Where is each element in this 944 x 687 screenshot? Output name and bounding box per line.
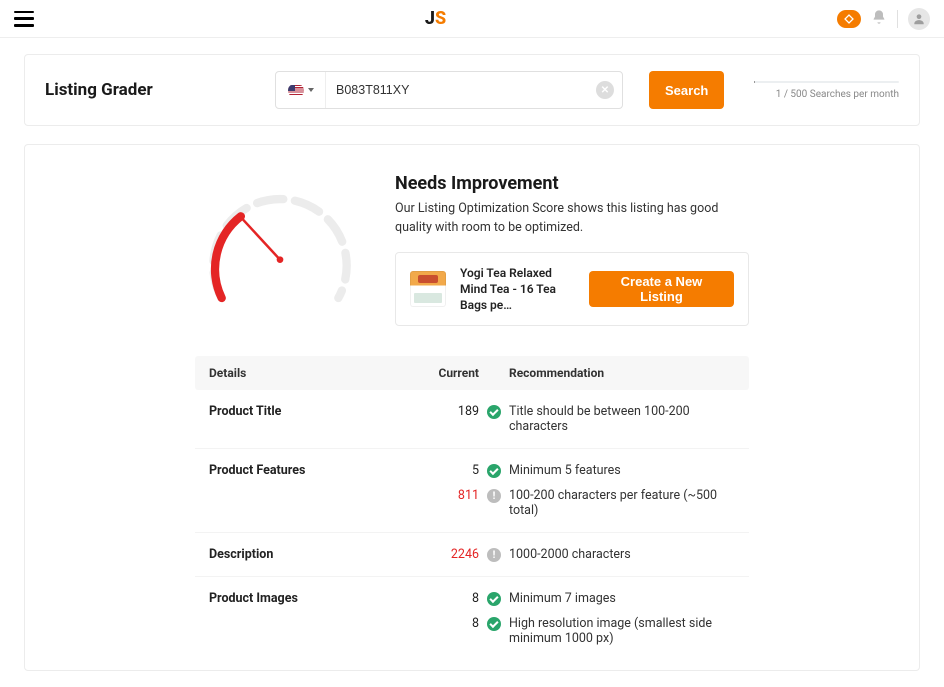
result-card: Needs Improvement Our Listing Optimizati… (24, 144, 920, 671)
row-label: Product Features (209, 463, 409, 478)
search-card: Listing Grader ✕ Search 1 / 500 Searches… (24, 54, 920, 126)
th-current: Current (409, 366, 479, 380)
bell-icon[interactable] (871, 9, 887, 29)
row-current: 8 (409, 616, 479, 646)
table-subrow: 811! 100-200 characters per feature (~500… (209, 478, 735, 518)
table-row: Product Features5 Minimum 5 features 811! 1… (195, 449, 749, 533)
avatar-icon[interactable] (908, 8, 930, 30)
product-box: Yogi Tea Relaxed Mind Tea - 16 Tea Bags … (395, 252, 749, 327)
page-title: Listing Grader (45, 80, 255, 100)
page: Listing Grader ✕ Search 1 / 500 Searches… (0, 38, 944, 687)
check-icon (487, 405, 501, 419)
row-status (479, 463, 509, 478)
row-recommendation: 100-200 characters per feature (~500 tot… (509, 488, 735, 518)
row-status (479, 591, 509, 606)
warn-icon: ! (487, 548, 501, 562)
row-current: 189 (409, 404, 479, 419)
details-table: Details Current Recommendation Product T… (45, 356, 899, 660)
row-current: 2246 (409, 547, 479, 562)
search-button[interactable]: Search (649, 71, 724, 109)
chevron-down-icon (308, 88, 314, 92)
overview-text: Needs Improvement Our Listing Optimizati… (395, 173, 749, 326)
row-current: 811 (409, 488, 479, 518)
topnav: JS (0, 0, 944, 38)
score-gauge (195, 173, 365, 323)
row-current: 8 (409, 591, 479, 606)
th-details: Details (209, 366, 409, 380)
logo-s: S (435, 8, 446, 29)
verdict-heading: Needs Improvement (395, 173, 749, 194)
check-icon (487, 464, 501, 478)
row-status: ! (479, 488, 509, 518)
row-label: Product Title (209, 404, 409, 419)
table-header: Details Current Recommendation (195, 356, 749, 390)
row-label: Product Images (209, 591, 409, 606)
promo-badge[interactable] (837, 10, 861, 28)
row-recommendation: Title should be between 100-200 characte… (509, 404, 735, 434)
clear-input-icon[interactable]: ✕ (596, 81, 614, 99)
row-recommendation: 1000-2000 characters (509, 547, 735, 562)
create-listing-button[interactable]: Create a New Listing (589, 271, 734, 307)
divider (897, 10, 898, 28)
table-row: Product Images8 Minimum 7 images 8 High res… (195, 577, 749, 660)
menu-icon[interactable] (14, 11, 34, 27)
flag-us-icon (288, 85, 304, 96)
check-icon (487, 592, 501, 606)
nav-right (837, 8, 930, 30)
verdict-description: Our Listing Optimization Score shows thi… (395, 200, 749, 238)
quota-bar (754, 81, 899, 83)
table-subrow: 8 High resolution image (smallest side mi… (209, 606, 735, 646)
logo-j: J (425, 8, 435, 29)
row-recommendation: Minimum 7 images (509, 591, 735, 606)
row-status (479, 404, 509, 419)
marketplace-select[interactable] (276, 72, 326, 108)
quota-text: 1 / 500 Searches per month (776, 89, 899, 100)
asin-input[interactable] (326, 83, 596, 97)
th-recommendation: Recommendation (479, 366, 735, 380)
row-recommendation: High resolution image (smallest side min… (509, 616, 735, 646)
overview: Needs Improvement Our Listing Optimizati… (45, 173, 899, 356)
quota: 1 / 500 Searches per month (754, 81, 899, 100)
table-row: Product Title189 Title should be between … (195, 390, 749, 449)
warn-icon: ! (487, 489, 501, 503)
product-name: Yogi Tea Relaxed Mind Tea - 16 Tea Bags … (460, 265, 575, 314)
table-row: Description2246! 1000-2000 characters (195, 533, 749, 577)
logo[interactable]: JS (425, 8, 446, 29)
search-box: ✕ (275, 71, 623, 109)
row-current: 5 (409, 463, 479, 478)
row-label: Description (209, 547, 409, 562)
row-status: ! (479, 547, 509, 562)
row-status (479, 616, 509, 646)
product-thumbnail (410, 271, 446, 307)
row-recommendation: Minimum 5 features (509, 463, 735, 478)
